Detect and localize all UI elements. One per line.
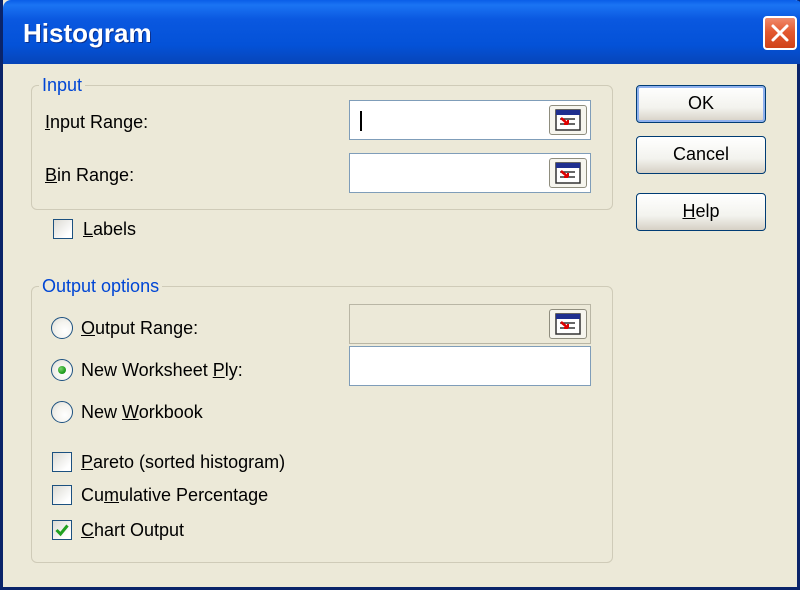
checkmark-icon: [55, 524, 69, 537]
close-icon: [771, 24, 789, 42]
bin-range-label: Bin Range:: [45, 165, 135, 185]
bin-range-field[interactable]: [349, 153, 591, 193]
output-range-radio[interactable]: [51, 317, 73, 339]
text-caret: [360, 111, 362, 131]
output-range-field[interactable]: [349, 304, 591, 344]
cumulative-percentage-label[interactable]: Cumulative Percentage: [81, 484, 268, 506]
output-range-label[interactable]: Output Range:: [81, 317, 198, 339]
input-group-title: Input: [39, 75, 86, 95]
range-select-icon: [555, 313, 581, 335]
pareto-checkbox[interactable]: [52, 452, 72, 472]
new-worksheet-ply-radio[interactable]: [51, 359, 73, 381]
ok-button[interactable]: OK: [636, 85, 766, 123]
cancel-button[interactable]: Cancel: [636, 136, 766, 174]
new-worksheet-ply-field[interactable]: [349, 346, 591, 386]
histogram-dialog: Histogram Input Input Range: Bin Range:: [0, 0, 800, 590]
radio-selected-dot: [58, 366, 66, 374]
dialog-title: Histogram: [23, 18, 152, 48]
help-button[interactable]: Help: [636, 193, 766, 231]
close-button[interactable]: [763, 16, 797, 50]
pareto-label[interactable]: Pareto (sorted histogram): [81, 451, 285, 473]
input-range-label: Input Range:: [45, 112, 149, 132]
labels-checkbox-label[interactable]: Labels: [83, 218, 136, 240]
bin-range-collapse-button[interactable]: [549, 158, 587, 188]
labels-checkbox[interactable]: [53, 219, 73, 239]
new-worksheet-ply-label[interactable]: New Worksheet Ply:: [81, 359, 243, 381]
new-workbook-radio[interactable]: [51, 401, 73, 423]
output-range-collapse-button[interactable]: [549, 309, 587, 339]
input-range-field[interactable]: [349, 100, 591, 140]
new-workbook-label[interactable]: New Workbook: [81, 401, 203, 423]
input-range-collapse-button[interactable]: [549, 105, 587, 135]
chart-output-checkbox[interactable]: [52, 520, 72, 540]
title-bar[interactable]: Histogram: [3, 0, 800, 64]
output-options-group-title: Output options: [39, 276, 163, 296]
range-select-icon: [555, 162, 581, 184]
cumulative-percentage-checkbox[interactable]: [52, 485, 72, 505]
range-select-icon: [555, 109, 581, 131]
chart-output-label[interactable]: Chart Output: [81, 519, 184, 541]
